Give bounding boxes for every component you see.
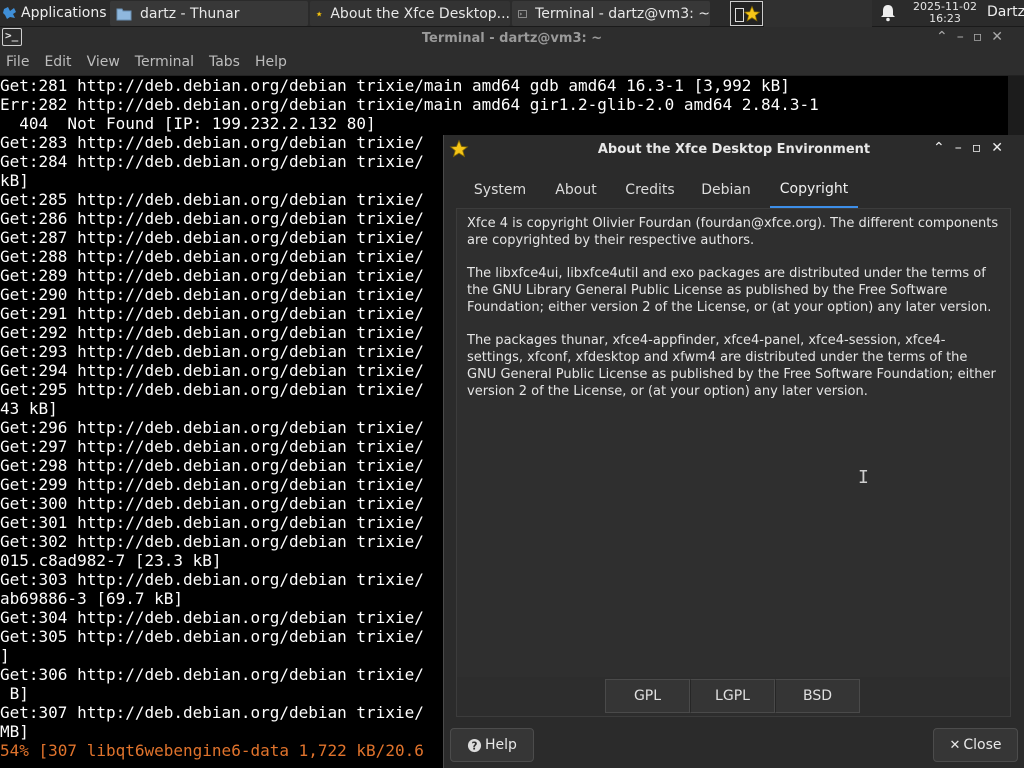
taskbar-item-thunar[interactable]: dartz - Thunar	[110, 1, 308, 26]
taskbar-item-label: About the Xfce Desktop...	[330, 5, 510, 22]
close-button[interactable]: ✕ Close	[933, 728, 1018, 762]
about-tabs: System About Credits Debian Copyright	[456, 171, 1011, 209]
copyright-text-view[interactable]: Xfce 4 is copyright Olivier Fourdan (fou…	[456, 208, 1011, 678]
tab-debian[interactable]: Debian	[692, 171, 760, 209]
taskbar-item-label: Terminal - dartz@vm3: ~	[535, 5, 710, 22]
folder-icon	[116, 8, 132, 20]
help-label: Help	[485, 737, 517, 753]
star-icon	[449, 139, 469, 158]
terminal-icon	[518, 9, 527, 18]
menu-file[interactable]: File	[6, 54, 29, 70]
menu-tabs[interactable]: Tabs	[209, 54, 240, 70]
top-panel: Applications ☰ dartz - Thunar About the …	[0, 0, 1024, 27]
copyright-paragraph: Xfce 4 is copyright Olivier Fourdan (fou…	[467, 216, 999, 248]
minimize-icon[interactable]: –	[955, 140, 962, 156]
gpl-button[interactable]: GPL	[605, 679, 690, 713]
star-icon	[743, 5, 761, 22]
copyright-paragraph: The packages thunar, xfce4-appfinder, xf…	[467, 333, 996, 399]
terminal-line: 404 Not Found [IP: 199.232.2.132 80]	[0, 114, 376, 133]
about-window-controls: ⌃ – ▫ ✕	[933, 140, 1003, 156]
svg-text:?: ?	[472, 740, 478, 752]
menu-view[interactable]: View	[87, 54, 120, 70]
tab-credits[interactable]: Credits	[608, 171, 692, 209]
panel-empty-slot	[800, 0, 836, 27]
text-cursor-icon: I	[858, 467, 869, 488]
tab-about[interactable]: About	[544, 171, 608, 209]
taskbar-item-about[interactable]: About the Xfce Desktop...	[310, 1, 510, 26]
taskbar-item-terminal[interactable]: Terminal - dartz@vm3: ~	[512, 1, 710, 26]
restore-icon[interactable]: ▫	[972, 140, 982, 156]
close-label: Close	[963, 737, 1002, 753]
applications-label: Applications	[21, 5, 107, 21]
applications-menu-button[interactable]: Applications ☰	[0, 0, 124, 27]
terminal-titlebar[interactable]: >_ Terminal - dartz@vm3: ~ ⌃ – ▫ ✕	[0, 27, 1024, 49]
bsd-button[interactable]: BSD	[775, 679, 860, 713]
menu-edit[interactable]: Edit	[44, 54, 71, 70]
help-icon: ?	[467, 738, 482, 752]
about-titlebar[interactable]: About the Xfce Desktop Environment ⌃ – ▫…	[444, 135, 1024, 163]
tab-system[interactable]: System	[456, 171, 544, 209]
workspace-switcher[interactable]	[730, 1, 763, 26]
terminal-line: Get:281 http://deb.debian.org/debian tri…	[0, 76, 790, 95]
panel-empty-slot	[764, 0, 800, 27]
copyright-paragraph: The libxfce4ui, libxfce4util and exo pac…	[467, 266, 992, 315]
close-icon[interactable]: ✕	[991, 29, 1003, 45]
terminal-title: Terminal - dartz@vm3: ~	[421, 30, 603, 46]
minimize-icon[interactable]: –	[957, 29, 964, 45]
clock-time: 16:23	[929, 12, 961, 25]
restore-icon[interactable]: ▫	[973, 29, 983, 45]
terminal-menubar: File Edit View Terminal Tabs Help	[0, 49, 1024, 76]
about-dialog: About the Xfce Desktop Environment ⌃ – ▫…	[443, 135, 1024, 768]
taskbar-item-label: dartz - Thunar	[140, 5, 240, 22]
maximize-up-icon[interactable]: ⌃	[936, 29, 948, 45]
user-menu[interactable]: Dartz	[987, 4, 1024, 20]
notification-bell-icon[interactable]	[880, 4, 896, 22]
terminal-icon: >_	[2, 28, 22, 46]
terminal-window-controls: ⌃ – ▫ ✕	[936, 29, 1003, 45]
license-button-bar: GPL LGPL BSD	[456, 677, 1011, 717]
menu-terminal[interactable]: Terminal	[135, 54, 194, 70]
help-button[interactable]: ? Help	[450, 728, 534, 762]
close-icon[interactable]: ✕	[991, 140, 1003, 156]
lgpl-button[interactable]: LGPL	[690, 679, 775, 713]
menu-help[interactable]: Help	[255, 54, 287, 70]
close-icon: ✕	[949, 737, 961, 753]
tab-copyright[interactable]: Copyright	[770, 171, 858, 209]
panel-empty-slot	[836, 0, 872, 27]
xfce-mouse-icon	[3, 7, 16, 19]
terminal-line: Err:282 http://deb.debian.org/debian tri…	[0, 95, 819, 114]
star-icon	[316, 10, 323, 17]
panel-clock[interactable]: 2025-11-02 16:23	[908, 1, 982, 25]
maximize-up-icon[interactable]: ⌃	[933, 140, 945, 156]
